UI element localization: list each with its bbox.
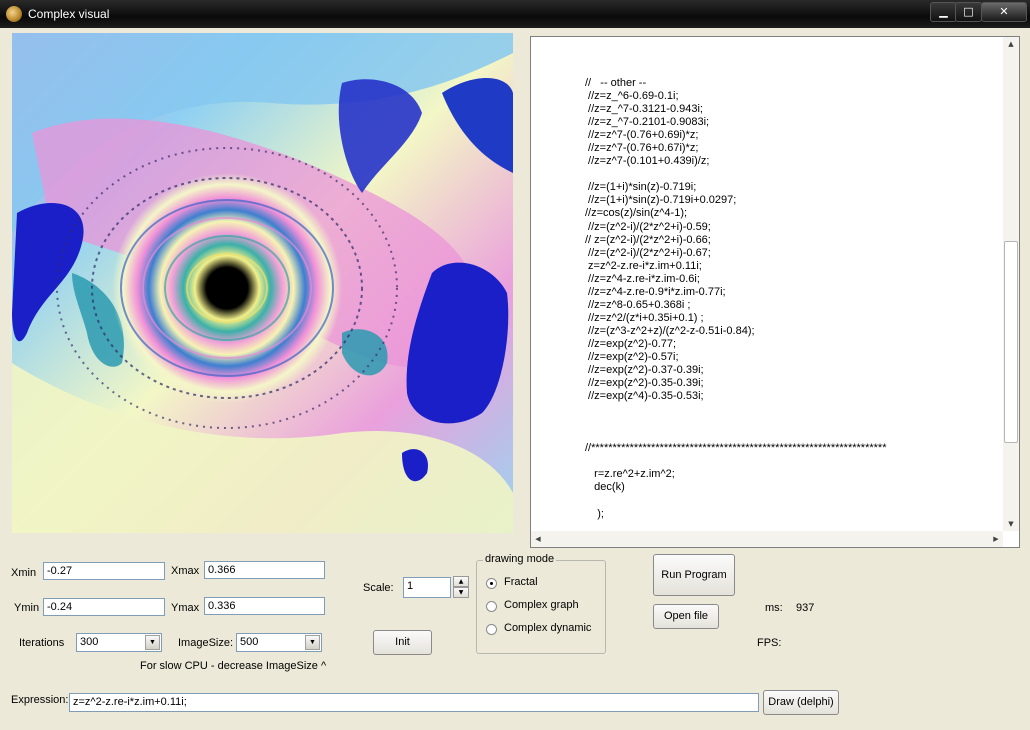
code-line: //z=z^8-0.65+0.368i ;: [585, 298, 691, 311]
app-icon: [6, 6, 22, 22]
code-line: //z=z^7-(0.76+0.67i)*z;: [585, 142, 699, 155]
slow-cpu-hint: For slow CPU - decrease ImageSize ^: [140, 660, 327, 672]
xmax-input[interactable]: 0.366: [204, 561, 325, 579]
app-window: Complex visual ▁ □ ✕ // -- other -- //z=…: [0, 0, 1030, 730]
draw-delphi-button[interactable]: Draw (delphi): [763, 690, 839, 715]
code-line: //z=z_^6-0.69-0.1i;: [585, 90, 679, 103]
ms-value: 937: [796, 602, 815, 614]
imagesize-value: 500: [240, 636, 259, 648]
radio-fractal-label[interactable]: Fractal: [504, 576, 538, 588]
expression-label: Expression:: [11, 694, 69, 706]
code-line: //z=(z^2-i)/(2*z^2+i)-0.59;: [585, 220, 711, 233]
code-line: //z=z^4-z.re-i*z.im-0.6i;: [585, 272, 700, 285]
drawing-mode-title: drawing mode: [483, 553, 557, 565]
client-area: // -- other -- //z=z_^6-0.69-0.1i; //z=z…: [3, 28, 1027, 727]
ymin-label: Ymin: [14, 602, 40, 614]
code-line: //z=(z^3-z^2+z)/(z^2-z-0.51i-0.84);: [585, 324, 755, 337]
code-line: //**************************************…: [585, 442, 887, 455]
code-line: //z=(1+i)*sin(z)-0.719i;: [585, 181, 697, 194]
maximize-button[interactable]: □: [955, 2, 982, 22]
code-line: //z=z_^7-0.3121-0.943i;: [585, 103, 703, 116]
iterations-label: Iterations: [19, 637, 65, 649]
code-line: z=z^2-z.re-i*z.im+0.11i;: [585, 259, 702, 272]
code-line: );: [585, 507, 604, 520]
iterations-select[interactable]: 300 ▼: [76, 633, 162, 652]
code-line: //z=z^7-(0.101+0.439i)/z;: [585, 155, 710, 168]
xmin-label: Xmin: [11, 567, 37, 579]
scroll-down-icon[interactable]: ▼: [1003, 517, 1019, 531]
code-line: // z=(z^2-i)/(2*z^2+i)-0.66;: [585, 233, 711, 246]
fractal-center: [207, 268, 247, 308]
radio-fractal[interactable]: [486, 578, 497, 589]
window-title: Complex visual: [28, 7, 110, 21]
expression-input[interactable]: z=z^2-z.re-i*z.im+0.11i;: [69, 693, 759, 712]
code-text[interactable]: // -- other -- //z=z_^6-0.69-0.1i; //z=z…: [585, 77, 887, 521]
code-line: r=z.re^2+z.im^2;: [585, 468, 675, 481]
code-line: //z=z^7-(0.76+0.69i)*z;: [585, 129, 699, 142]
scroll-right-icon[interactable]: ▶: [989, 531, 1003, 547]
fractal-image: [12, 33, 513, 533]
close-button[interactable]: ✕: [981, 2, 1027, 22]
code-line: //z=(z^2-i)/(2*z^2+i)-0.67;: [585, 246, 711, 259]
ymax-label: Ymax: [171, 602, 200, 614]
spin-up-icon[interactable]: ▲: [453, 576, 469, 587]
open-file-button[interactable]: Open file: [653, 604, 719, 629]
code-line: //z=(1+i)*sin(z)-0.719i+0.0297;: [585, 194, 737, 207]
scale-label: Scale:: [363, 582, 394, 594]
code-line: //z=exp(z^2)-0.57i;: [585, 350, 679, 363]
imagesize-label: ImageSize:: [178, 637, 234, 649]
fps-label: FPS:: [757, 637, 782, 649]
scroll-thumb[interactable]: [1004, 241, 1018, 443]
xmax-label: Xmax: [171, 565, 200, 577]
code-line: dec(k): [585, 481, 625, 494]
scale-spinner[interactable]: ▲ ▼: [453, 576, 469, 598]
imagesize-select[interactable]: 500 ▼: [236, 633, 322, 652]
code-line: // -- other --: [585, 77, 647, 89]
code-line: //z=z^4-z.re-0.9*i*z.im-0.77i;: [585, 285, 726, 298]
vertical-scrollbar[interactable]: ▲ ▼: [1003, 37, 1019, 531]
radio-complex-graph-label[interactable]: Complex graph: [504, 599, 579, 611]
horizontal-scrollbar[interactable]: ◀ ▶: [531, 531, 1003, 547]
xmin-input[interactable]: -0.27: [43, 562, 165, 580]
drawing-mode-group: drawing mode Fractal Complex graph Compl…: [476, 553, 606, 654]
run-program-button[interactable]: Run Program: [653, 554, 735, 596]
radio-complex-dynamic-label[interactable]: Complex dynamic: [504, 622, 591, 634]
ymin-input[interactable]: -0.24: [43, 598, 165, 616]
code-editor[interactable]: // -- other -- //z=z_^6-0.69-0.1i; //z=z…: [530, 36, 1020, 548]
init-button[interactable]: Init: [373, 630, 432, 655]
scroll-up-icon[interactable]: ▲: [1003, 37, 1019, 51]
code-line: //z=cos(z)/sin(z^4-1);: [585, 207, 688, 220]
scale-input[interactable]: 1: [403, 577, 451, 598]
code-line: //z=exp(z^2)-0.35-0.39i;: [585, 377, 704, 390]
minimize-button[interactable]: ▁: [930, 2, 957, 22]
chevron-down-icon[interactable]: ▼: [145, 635, 160, 650]
code-line: //z=exp(z^2)-0.77;: [585, 337, 677, 350]
ymax-input[interactable]: 0.336: [204, 597, 325, 615]
code-line: //z=z^2/(z*i+0.35i+0.1) ;: [585, 311, 704, 324]
title-bar[interactable]: Complex visual ▁ □ ✕: [0, 0, 1030, 28]
code-line: //z=exp(z^2)-0.37-0.39i;: [585, 364, 704, 377]
code-line: //z=z_^7-0.2101-0.9083i;: [585, 116, 710, 129]
radio-complex-dynamic[interactable]: [486, 624, 497, 635]
radio-complex-graph[interactable]: [486, 601, 497, 612]
iterations-value: 300: [80, 636, 99, 648]
spin-down-icon[interactable]: ▼: [453, 587, 469, 598]
chevron-down-icon[interactable]: ▼: [305, 635, 320, 650]
scroll-left-icon[interactable]: ◀: [531, 531, 545, 547]
ms-label: ms:: [765, 602, 783, 614]
code-line: //z=exp(z^4)-0.35-0.53i;: [585, 390, 704, 403]
